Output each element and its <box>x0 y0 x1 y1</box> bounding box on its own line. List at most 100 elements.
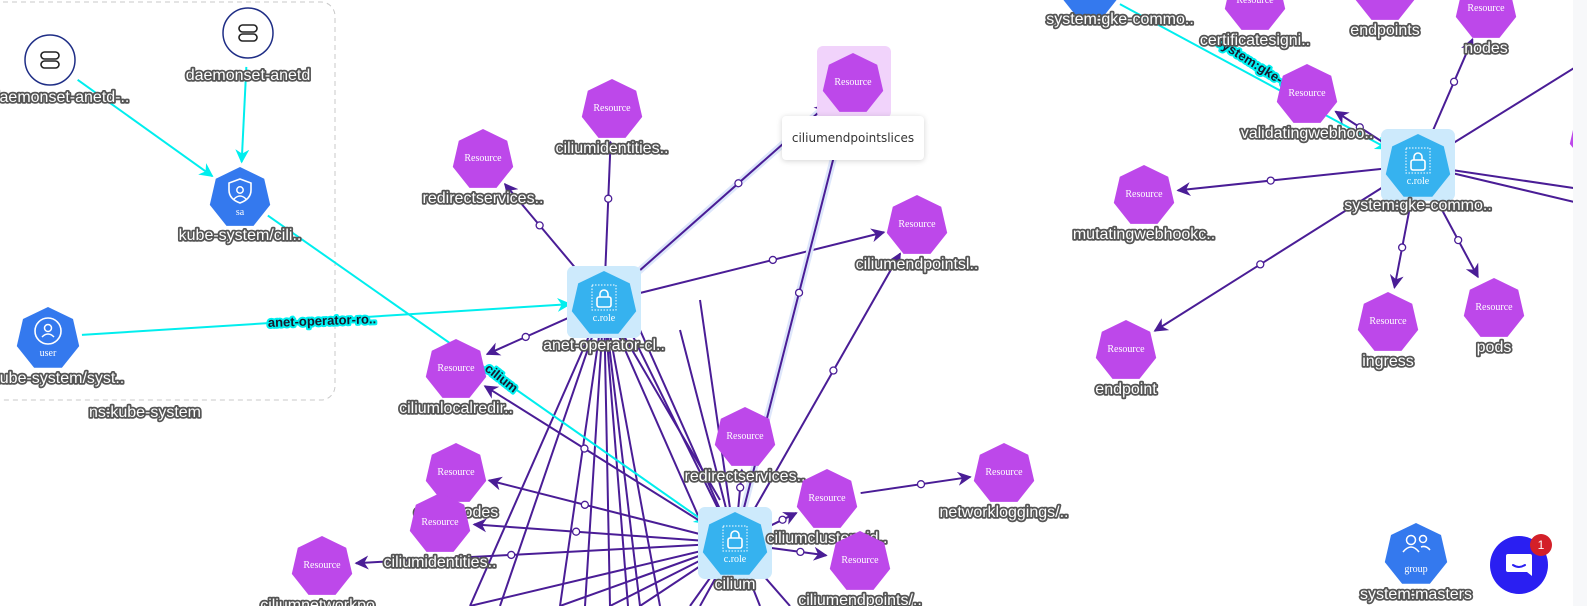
svg-text:anet-operator-ro..: anet-operator-ro.. <box>268 311 377 330</box>
edge-verb-marker-icon <box>829 366 838 375</box>
edge-verb-marker-icon <box>794 288 804 297</box>
node-label: ciliumnetworkpo.. <box>260 597 384 606</box>
node-resource-r_ingress[interactable]: Resource ingress <box>1357 292 1419 372</box>
chat-icon <box>1506 554 1532 576</box>
node-clusterrole-anetrole[interactable]: c.role anet-operator-cl.. <box>541 266 667 356</box>
node-label: mutatingwebhookc.. <box>1073 226 1215 243</box>
node-resource-r_pods[interactable]: Resource pods <box>1463 278 1525 358</box>
edge-verb-marker-icon <box>571 527 581 536</box>
edge-verb-marker-icon <box>580 500 589 509</box>
node-type-label: c.role <box>724 554 747 565</box>
node-type-label: sa <box>236 207 245 218</box>
node-type-label: Resource <box>841 555 879 566</box>
node-label: ciliumidentities.. <box>384 554 497 571</box>
node-label: ciliumlocalredir.. <box>399 400 513 417</box>
permission-edge-gkerole-r_mutating[interactable] <box>1176 167 1385 197</box>
node-label: ingress <box>1362 353 1414 370</box>
node-type-label: group <box>1404 564 1427 575</box>
edge-verb-marker-icon <box>535 221 544 230</box>
node-label: ciliumendpoints/.. <box>798 592 922 606</box>
node-resource-r_netlog[interactable]: Resource networkloggings/.. <box>938 443 1070 523</box>
permission-edge-anetrole-r_identities1[interactable] <box>603 140 618 269</box>
node-label: cilium <box>715 576 756 593</box>
node-label: networkloggings/.. <box>940 504 1069 521</box>
chat-notification-badge: 1 <box>1530 534 1552 556</box>
node-type-label: Resource <box>464 153 502 164</box>
badge-count: 1 <box>1537 538 1545 552</box>
node-group-masters[interactable]: group system:masters <box>1358 523 1474 605</box>
edge-verb-marker-icon <box>916 480 926 489</box>
node-type-label: Resource <box>1369 316 1407 327</box>
node-type-label: Resource <box>1125 189 1163 200</box>
node-label: daemonset-anetd-.. <box>0 89 129 106</box>
permission-edge-ciliumrole-r_identities2[interactable] <box>472 518 702 542</box>
right-rail <box>1573 0 1587 606</box>
permission-edge-ciliumrole-r_nodes1[interactable] <box>487 476 703 536</box>
node-label: daemonset-anetd <box>186 67 311 84</box>
node-type-label: Resource <box>437 467 475 478</box>
edge-verb-marker-icon <box>736 483 745 492</box>
edge-verb-marker-icon <box>580 444 589 453</box>
edge-verb-marker-icon <box>1266 176 1275 185</box>
edge-verb-marker-icon <box>604 194 613 203</box>
namespace-label: ns:kube-system <box>89 404 201 421</box>
edge-verb-marker-icon <box>768 255 778 265</box>
edge-label-anet-binding[interactable]: anet-operator-ro.. <box>266 309 379 332</box>
edge-verb-marker-icon <box>1256 260 1265 269</box>
node-type-label: Resource <box>808 493 846 504</box>
node-type-label: Resource <box>593 103 631 114</box>
node-resource-r_redirect1[interactable]: Resource redirectservices.. <box>421 129 545 209</box>
edge-verb-marker-icon <box>1454 235 1463 245</box>
node-label: redirectservices.. <box>423 190 544 207</box>
node-type-label: Resource <box>985 467 1023 478</box>
node-label: ciliumidentities.. <box>556 140 669 157</box>
node-type-label: Resource <box>898 219 936 230</box>
node-label: nodes <box>1464 40 1508 57</box>
graph-canvas[interactable]: ns:kube-system anet-operator-ro.. cilium… <box>0 0 1587 606</box>
edge-verb-marker-icon <box>1397 243 1407 252</box>
node-label: endpoints <box>1350 22 1419 39</box>
node-type-label: Resource <box>1107 344 1145 355</box>
node-type-label: Resource <box>834 77 872 88</box>
node-type-label: Resource <box>437 363 475 374</box>
node-label: system:gke-commo.. <box>1046 11 1194 28</box>
node-label: ciliumendpointsl.. <box>856 256 979 273</box>
node-resource-r_identities1[interactable]: Resource ciliumidentities.. <box>554 79 670 159</box>
node-resource-r_endpoints[interactable]: Resourceendpoints <box>1349 0 1421 41</box>
node-label: anet-operator-cl.. <box>543 337 665 354</box>
node-resource-r_certsign[interactable]: Resource certificatesigni.. <box>1198 0 1312 51</box>
node-label: system:masters <box>1360 586 1472 603</box>
node-type-label: Resource <box>726 431 764 442</box>
node-label: kube-system/syst.. <box>0 370 124 387</box>
node-type-label: c.role <box>593 313 616 324</box>
node-resource-r_eps_hl[interactable]: Resource <box>817 46 891 118</box>
permission-edge-r_clusterwide-r_netlog[interactable] <box>860 471 972 495</box>
node-resource-r_bottomleft[interactable]: Resource ciliumnetworkpo.. <box>258 536 386 606</box>
node-label: validatingwebhoo.. <box>1241 125 1374 142</box>
node-resource-r_mutating[interactable]: Resource mutatingwebhookc.. <box>1071 165 1217 245</box>
node-type-label: Resource <box>421 517 459 528</box>
node-resource-r_nodes2[interactable]: Resource nodes <box>1455 0 1517 59</box>
node-type-label: Resource <box>1288 88 1326 99</box>
svg-text:cilium: cilium <box>482 361 521 396</box>
node-type-label: user <box>40 348 57 359</box>
edge-verb-marker-icon <box>521 332 530 342</box>
node-type-label: Resource <box>1475 302 1513 313</box>
node-type-label: Resource <box>303 560 341 571</box>
node-label: kube-system/cili.. <box>179 227 302 244</box>
node-type-label: Resource <box>1236 0 1274 6</box>
tooltip-text: ciliumendpointslices <box>791 131 915 145</box>
edge-verb-marker-icon <box>778 515 787 524</box>
node-label: redirectservices.. <box>685 468 806 485</box>
edge-verb-marker-icon <box>796 547 805 557</box>
node-type-label: c.role <box>1407 176 1430 187</box>
edge-label-cilium-binding[interactable]: cilium <box>480 359 523 398</box>
permission-edge-ciliumrole-r_localredir[interactable] <box>483 385 707 526</box>
node-tooltip: ciliumendpointslices <box>782 116 924 160</box>
node-label: endpoint <box>1095 381 1157 398</box>
node-type-label: Resource <box>1467 3 1505 14</box>
edge-verb-marker-icon <box>507 550 516 560</box>
node-label: certificatesigni.. <box>1200 32 1310 49</box>
node-label: pods <box>1477 339 1512 356</box>
node-resource-r_endpoint[interactable]: Resource endpoint <box>1094 320 1159 400</box>
